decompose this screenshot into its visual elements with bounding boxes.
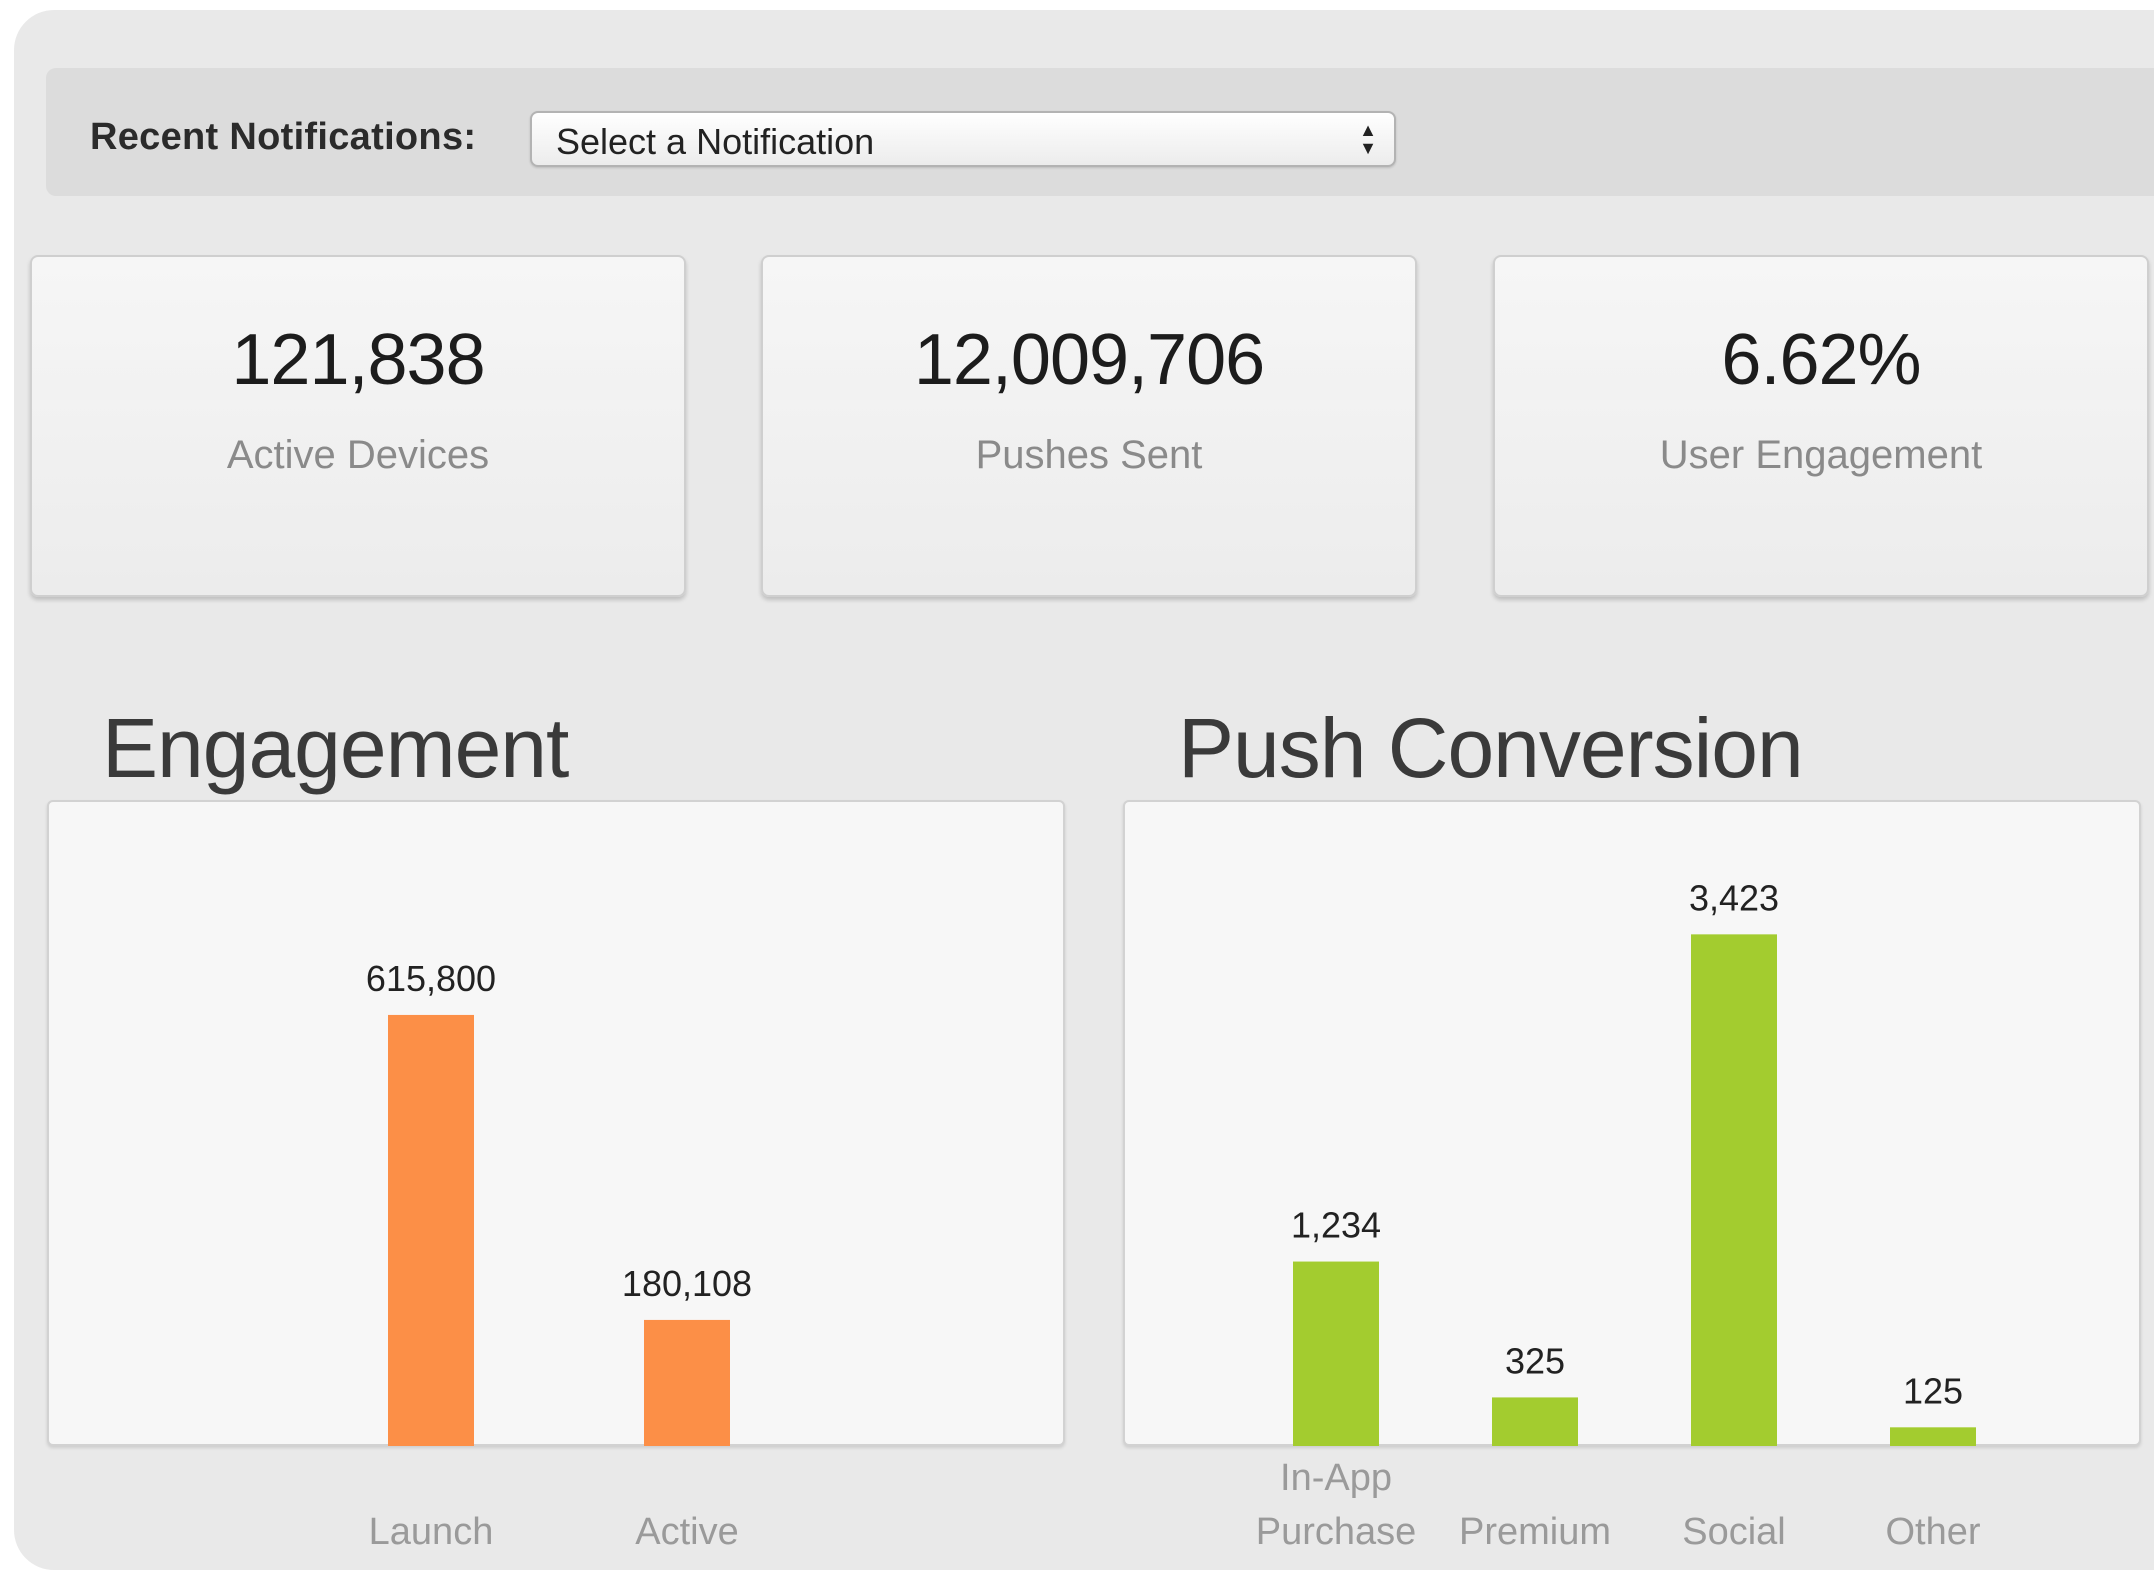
bar [1691, 934, 1777, 1446]
bar [1492, 1397, 1578, 1446]
push-conversion-chart: 1,234 In-App Purchase 325 Premium 3,423 Social… [1256, 877, 1981, 1553]
bar [1890, 1427, 1976, 1446]
category-label: In-App Purchase [1256, 1457, 1417, 1553]
data-label: 1,234 [1291, 1205, 1381, 1246]
bar [1293, 1261, 1379, 1446]
data-label: 325 [1505, 1340, 1565, 1381]
category-label: Social [1682, 1511, 1786, 1553]
category-label: Premium [1459, 1511, 1611, 1553]
data-label: 125 [1903, 1370, 1963, 1411]
category-label: Other [1885, 1511, 1980, 1553]
data-label: 3,423 [1689, 877, 1779, 918]
